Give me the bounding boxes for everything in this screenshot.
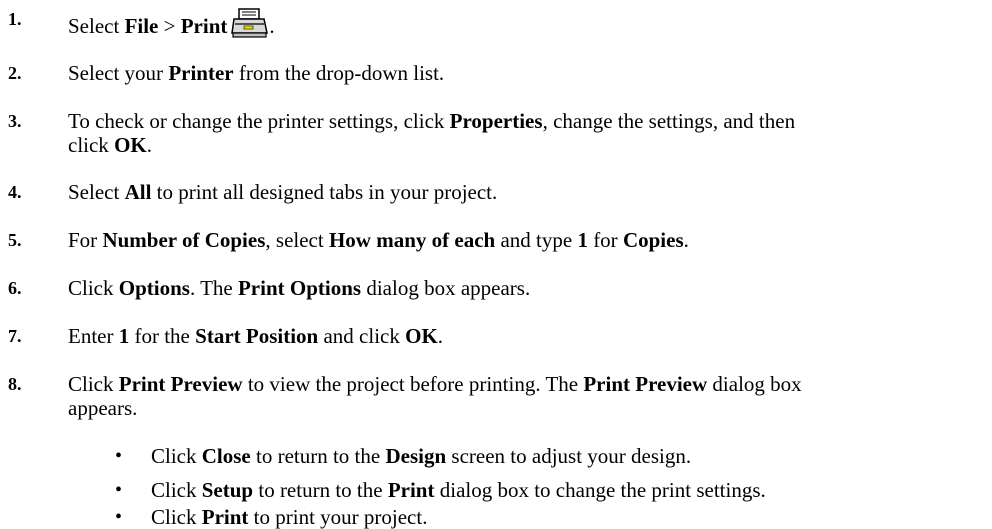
step-text-bold: Printer (168, 61, 234, 85)
step-text-bold: Start Position (195, 324, 319, 348)
step-text-segment: . (683, 228, 689, 252)
bullet-text-bold: Design (385, 444, 447, 468)
step-text-segment: To check or change the printer settings,… (68, 109, 450, 133)
bullet-text-segment: Click (151, 505, 202, 529)
bullet-text-segment: Click (151, 478, 202, 502)
step-text-segment: Select (68, 14, 125, 38)
step-text: Select File > Print . (68, 7, 968, 39)
step-text-bold: Print Preview (118, 372, 243, 396)
step-text-segment: click (68, 133, 115, 157)
step-text-segment: Select your (68, 61, 169, 85)
step-text-bold: Print Options (237, 276, 362, 300)
step-text: Click Print Preview to view the project … (68, 372, 968, 420)
step-text-bold: Number of Copies (102, 228, 266, 252)
step-text: Click Options. The Print Options dialog … (68, 276, 968, 300)
step-text-segment: . (437, 324, 444, 348)
menu-print-label: Print (180, 14, 228, 38)
step-text-segment: . The (189, 276, 238, 300)
step-number: 8. (8, 374, 22, 394)
step-text-segment: Select (68, 180, 125, 204)
step-text-segment: For (68, 228, 103, 252)
step-text-bold: Copies (622, 228, 684, 252)
printer-icon (231, 8, 269, 38)
step-text-segment: and click (318, 324, 406, 348)
step-text-segment: from the drop-down list. (233, 61, 445, 85)
step-text-segment: and type (495, 228, 578, 252)
step-text-segment: , change the settings, and then (542, 109, 796, 133)
step-text-segment: Enter (68, 324, 119, 348)
step-text-bold: 1 (118, 324, 130, 348)
step-text-segment: . (146, 133, 152, 157)
step-number: 7. (8, 326, 22, 346)
step-text-bold: OK (405, 324, 438, 348)
step-text: For Number of Copies, select How many of… (68, 228, 968, 252)
step-text-segment: appears. (68, 396, 138, 420)
step-text-segment: for the (129, 324, 196, 348)
bullet-text: Click Setup to return to the Print dialo… (151, 478, 971, 502)
step-text-segment: dialog box (707, 372, 802, 396)
bullet-text-bold: Print (201, 505, 249, 529)
bullet-text-bold: Close (201, 444, 251, 468)
step-text-segment: Click (68, 372, 119, 396)
step-number: 3. (8, 111, 22, 131)
step-number: 1. (8, 9, 22, 29)
step-text: Enter 1 for the Start Position and click… (68, 324, 968, 348)
bullet-marker: • (115, 445, 123, 467)
bullet-text-bold: Print (387, 478, 435, 502)
step-number: 5. (8, 230, 22, 250)
bullet-text-segment: to print your project. (248, 505, 428, 529)
bullet-text-bold: Setup (201, 478, 254, 502)
step-text: Select All to print all designed tabs in… (68, 180, 968, 204)
step-text-segment: . (269, 14, 275, 38)
step-text: Select your Printer from the drop-down l… (68, 61, 968, 85)
bullet-text-segment: Click (151, 444, 202, 468)
step-text-segment: for (587, 228, 623, 252)
step-text-segment: to print all designed tabs in your proje… (151, 180, 498, 204)
bullet-text: Click Print to print your project. (151, 505, 971, 529)
step-text-bold: How many of each (328, 228, 496, 252)
bullet-text-segment: screen to adjust your design. (446, 444, 692, 468)
instruction-document: 1. Select File > Print . 2. Select your … (0, 0, 992, 529)
step-text-segment: > (158, 14, 181, 38)
bullet-marker: • (115, 506, 123, 528)
step-text-segment: , select (265, 228, 329, 252)
step-text-segment: to view the project before printing. The (242, 372, 584, 396)
menu-file-label: File (124, 14, 159, 38)
step-number: 6. (8, 278, 22, 298)
bullet-marker: • (115, 479, 123, 501)
step-number: 4. (8, 182, 22, 202)
step-text-bold: OK (114, 133, 147, 157)
step-text-segment: dialog box appears. (361, 276, 531, 300)
step-text: To check or change the printer settings,… (68, 109, 968, 157)
step-number: 2. (8, 63, 22, 83)
step-text-bold: 1 (577, 228, 588, 252)
bullet-text-segment: dialog box to change the print settings. (434, 478, 766, 502)
step-text-segment: Click (68, 276, 119, 300)
step-text-bold: Options (118, 276, 190, 300)
step-text-bold: Properties (449, 109, 543, 133)
step-text-bold: All (124, 180, 152, 204)
bullet-text-segment: to return to the (253, 478, 388, 502)
bullet-text-segment: to return to the (250, 444, 386, 468)
step-text-bold: Print Preview (583, 372, 708, 396)
bullet-text: Click Close to return to the Design scre… (151, 444, 971, 468)
